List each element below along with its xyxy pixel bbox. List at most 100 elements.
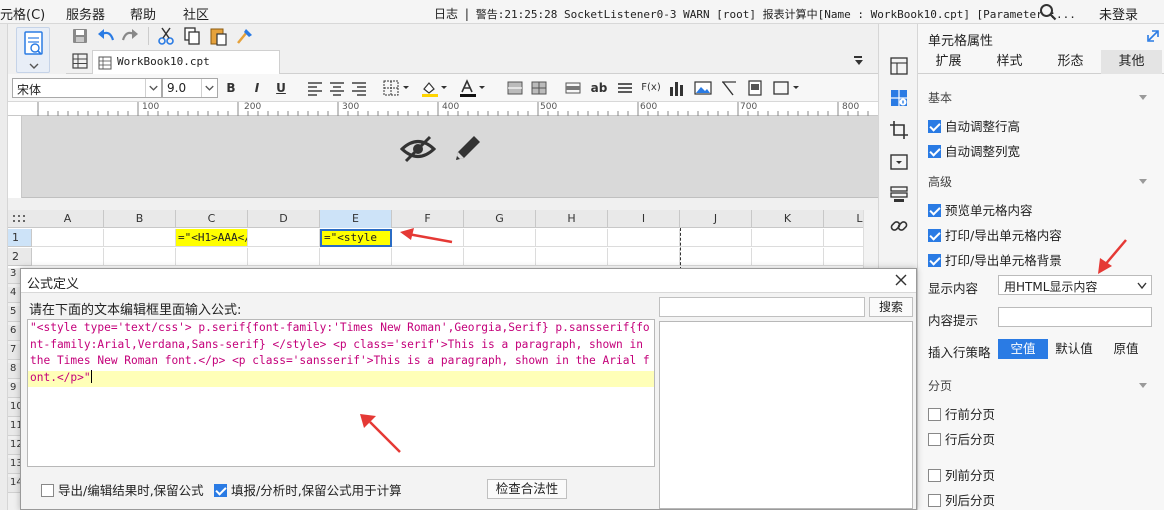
- cell-i1[interactable]: [608, 229, 680, 247]
- dialog-titlebar[interactable]: 公式定义: [21, 269, 916, 293]
- cell-b1[interactable]: [104, 229, 176, 247]
- log-bar[interactable]: 日志 | 警告:21:25:28 SocketListener0-3 WARN …: [434, 5, 1076, 22]
- row-header-1[interactable]: 1: [8, 229, 32, 247]
- edit-pencil-icon[interactable]: [450, 132, 484, 166]
- crop-icon[interactable]: [889, 120, 909, 140]
- validate-button[interactable]: 检查合法性: [487, 479, 567, 499]
- page-break-before-column-checkbox[interactable]: 列前分页: [928, 467, 995, 485]
- cell-element-icon[interactable]: [772, 79, 802, 97]
- tab-expand[interactable]: 扩展: [918, 50, 979, 74]
- font-family-select[interactable]: 宋体: [12, 78, 162, 98]
- hyperlink-icon[interactable]: [889, 216, 909, 236]
- font-color-icon[interactable]: [458, 79, 488, 97]
- cell-h1[interactable]: [536, 229, 608, 247]
- column-header-k[interactable]: K: [752, 210, 824, 228]
- column-header-c[interactable]: C: [176, 210, 248, 228]
- expand-arrow-icon[interactable]: [1146, 29, 1160, 43]
- cell-i2[interactable]: [608, 248, 680, 266]
- section-basic[interactable]: 基本: [918, 87, 1164, 109]
- menu-cell[interactable]: 元格(C): [0, 4, 45, 23]
- report-header-band[interactable]: [8, 116, 878, 198]
- close-icon[interactable]: [894, 273, 908, 287]
- subreport-icon[interactable]: [746, 79, 764, 97]
- insert-policy-default[interactable]: 默认值: [1048, 339, 1100, 359]
- cell-c1[interactable]: ="<H1>AAA</: [176, 229, 248, 247]
- tab-style[interactable]: 样式: [979, 50, 1040, 74]
- cell-attributes-icon[interactable]: [889, 88, 909, 108]
- template-button[interactable]: [16, 27, 50, 73]
- align-left-icon[interactable]: [306, 79, 324, 97]
- print-cell-background-checkbox[interactable]: 打印/导出单元格背景: [928, 252, 1062, 270]
- cell-a2[interactable]: [32, 248, 104, 266]
- cell-k1[interactable]: [752, 229, 824, 247]
- print-cell-content-checkbox[interactable]: 打印/导出单元格内容: [928, 227, 1062, 245]
- menu-community[interactable]: 社区: [183, 4, 209, 23]
- keep-formula-export-checkbox[interactable]: 导出/编辑结果时,保留公式: [41, 483, 204, 499]
- cell-l2[interactable]: [824, 248, 863, 266]
- cell-g2[interactable]: [464, 248, 536, 266]
- fill-color-icon[interactable]: [420, 79, 450, 97]
- section-advanced[interactable]: 高级: [918, 171, 1164, 193]
- function-list[interactable]: [659, 321, 913, 509]
- select-all-icon[interactable]: [12, 214, 26, 224]
- image-icon[interactable]: [694, 79, 712, 97]
- preview-cell-checkbox[interactable]: 预览单元格内容: [928, 202, 1033, 220]
- format-painter-icon[interactable]: [234, 26, 254, 46]
- align-right-icon[interactable]: [350, 79, 368, 97]
- diagonal-line-icon[interactable]: [720, 79, 738, 97]
- login-status[interactable]: 未登录: [1099, 4, 1138, 23]
- redo-icon[interactable]: [120, 26, 140, 46]
- insert-policy-null[interactable]: 空值: [998, 339, 1048, 359]
- grid-layout-icon[interactable]: [889, 56, 909, 76]
- cell-k2[interactable]: [752, 248, 824, 266]
- column-header-b[interactable]: B: [104, 210, 176, 228]
- condition-attributes-icon[interactable]: [889, 184, 909, 204]
- cell-j1[interactable]: [680, 229, 752, 247]
- cell-d1[interactable]: [248, 229, 320, 247]
- border-icon[interactable]: [382, 79, 412, 97]
- auto-column-width-checkbox[interactable]: 自动调整列宽: [928, 143, 1020, 161]
- cell-h2[interactable]: [536, 248, 608, 266]
- menu-help[interactable]: 帮助: [130, 4, 156, 23]
- text-lines-icon[interactable]: [616, 79, 634, 97]
- keep-formula-fill-checkbox[interactable]: 填报/分析时,保留公式用于计算: [214, 483, 402, 499]
- merge-cells-icon[interactable]: [506, 79, 524, 97]
- content-tooltip-input[interactable]: [998, 307, 1152, 327]
- undo-icon[interactable]: [96, 26, 116, 46]
- insert-policy-original[interactable]: 原值: [1100, 339, 1152, 359]
- cell-c2[interactable]: [176, 248, 248, 266]
- text-ab-button[interactable]: ab: [590, 79, 608, 97]
- column-header-i[interactable]: I: [608, 210, 680, 228]
- page-break-after-column-checkbox[interactable]: 列后分页: [928, 492, 995, 510]
- bold-button[interactable]: B: [222, 79, 240, 97]
- copy-icon[interactable]: [182, 26, 202, 46]
- grid-view-icon[interactable]: [72, 53, 88, 69]
- italic-button[interactable]: I: [248, 79, 266, 97]
- tab-workbook10[interactable]: WorkBook10.cpt: [92, 50, 280, 74]
- column-header-e[interactable]: E: [320, 210, 392, 228]
- widget-icon[interactable]: [889, 152, 909, 172]
- page-break-before-row-checkbox[interactable]: 行前分页: [928, 406, 995, 424]
- dropdown-pin-icon[interactable]: [852, 54, 866, 68]
- column-header-h[interactable]: H: [536, 210, 608, 228]
- column-header-l[interactable]: L: [824, 210, 863, 228]
- grid-scrollbar[interactable]: [863, 210, 878, 270]
- cell-e1[interactable]: ="<style: [320, 229, 392, 247]
- column-header-g[interactable]: G: [464, 210, 536, 228]
- save-icon[interactable]: [70, 26, 90, 46]
- underline-button[interactable]: U: [272, 79, 290, 97]
- cell-b2[interactable]: [104, 248, 176, 266]
- cell-d2[interactable]: [248, 248, 320, 266]
- column-header-d[interactable]: D: [248, 210, 320, 228]
- align-center-icon[interactable]: [328, 79, 346, 97]
- chart-icon[interactable]: [668, 79, 686, 97]
- menu-server[interactable]: 服务器: [66, 4, 105, 23]
- display-content-select[interactable]: 用HTML显示内容: [998, 275, 1152, 295]
- cell-a1[interactable]: [32, 229, 104, 247]
- unmerge-cells-icon[interactable]: [530, 79, 548, 97]
- formula-button[interactable]: F(x): [640, 79, 662, 97]
- column-header-a[interactable]: A: [32, 210, 104, 228]
- font-size-select[interactable]: 9.0: [162, 78, 218, 98]
- function-search-input[interactable]: [659, 297, 865, 317]
- cell-f2[interactable]: [392, 248, 464, 266]
